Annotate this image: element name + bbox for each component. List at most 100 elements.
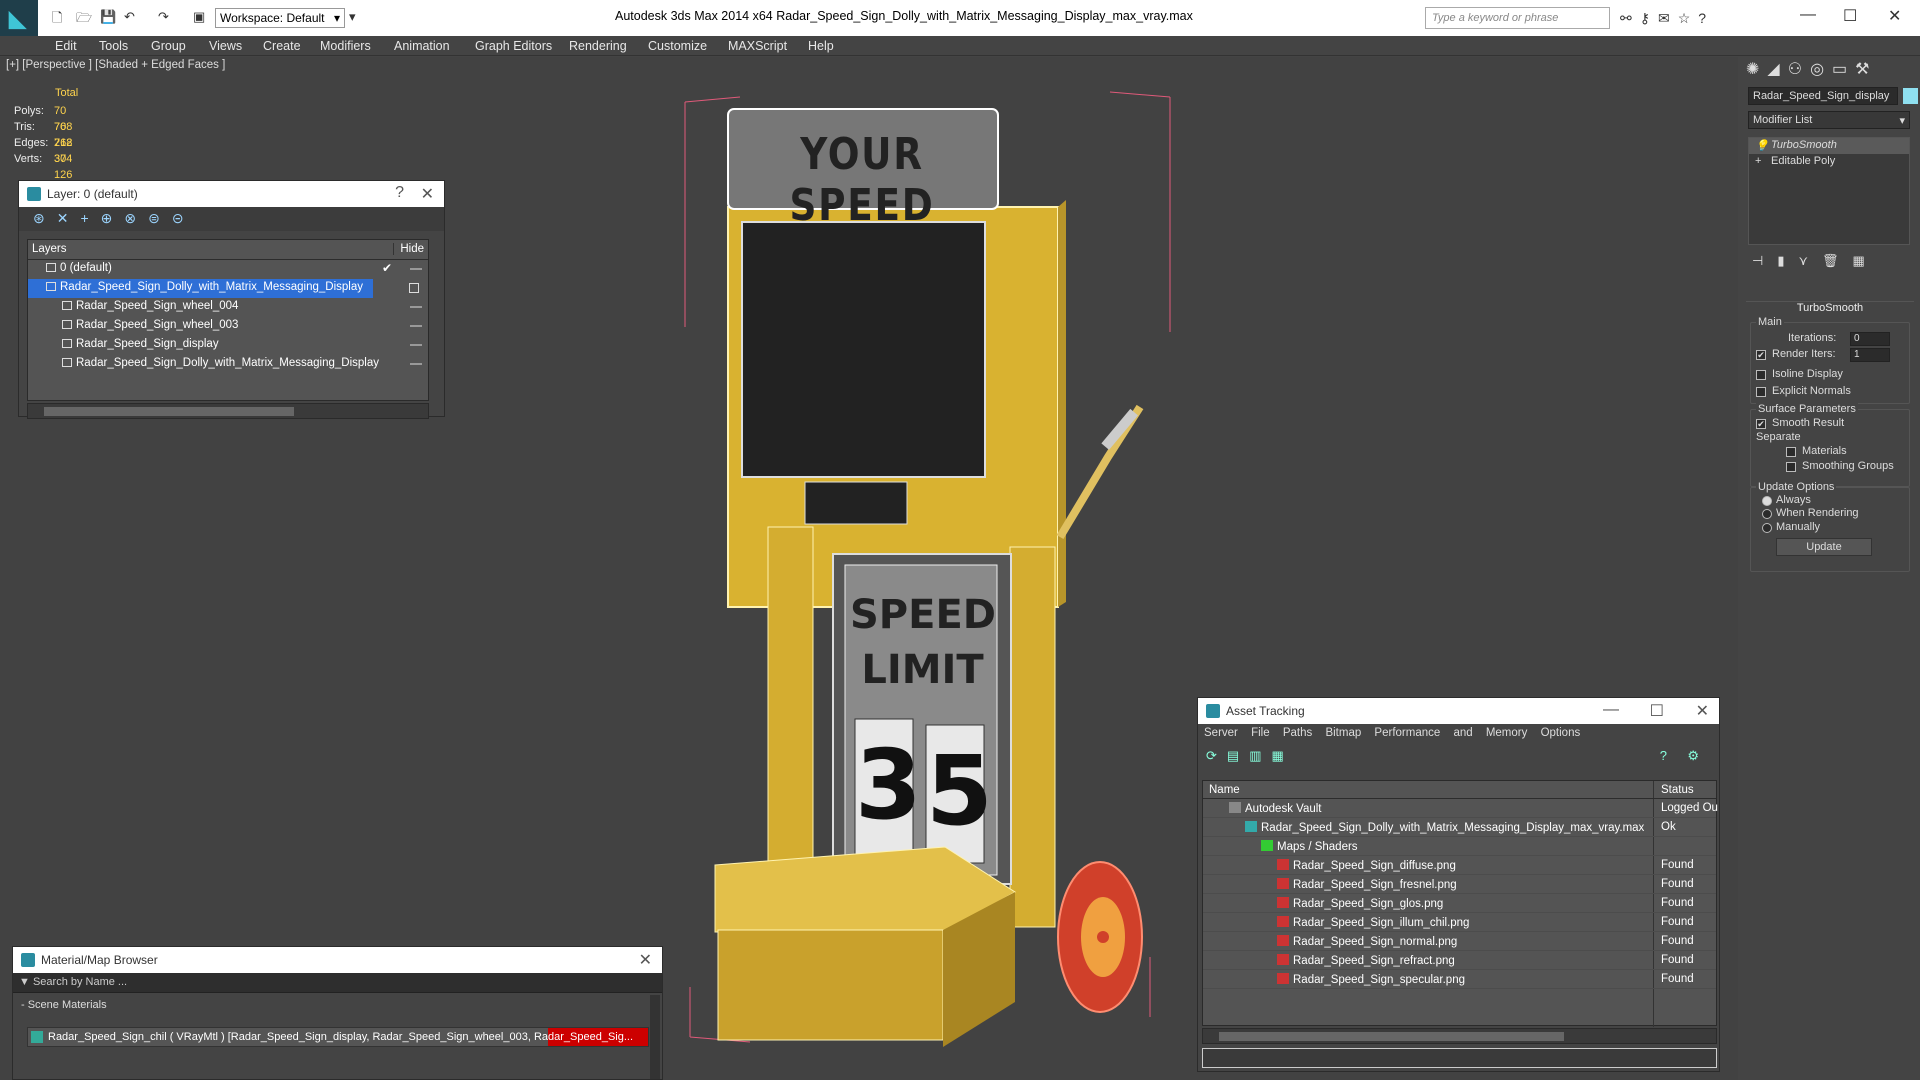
material-row[interactable]: Radar_Speed_Sign_chil ( VRayMtl ) [Radar… <box>27 1027 649 1047</box>
refresh-icon[interactable]: ⟳ <box>1206 748 1227 763</box>
redo-icon[interactable]: ↷ <box>158 9 169 25</box>
material-browser-titlebar[interactable]: Material/Map Browser ✕ <box>13 947 662 973</box>
hide-column-header[interactable]: Hide <box>393 243 424 255</box>
stack-item-turbosmooth[interactable]: 💡 TurboSmooth <box>1749 138 1909 154</box>
make-unique-icon[interactable]: ⋎ <box>1798 253 1822 268</box>
lightbulb-icon[interactable]: 💡 <box>1755 139 1769 152</box>
modify-tab-icon[interactable]: ◢ <box>1767 61 1787 78</box>
table-row[interactable]: Autodesk Vault Logged Ou <box>1203 799 1718 818</box>
menu-customize[interactable]: Customize <box>648 39 707 53</box>
table-row[interactable]: Radar_Speed_Sign_diffuse.png Found <box>1203 856 1716 875</box>
asset-tracking-titlebar[interactable]: Asset Tracking — ☐ ✕ <box>1198 698 1719 724</box>
isoline-checkbox[interactable] <box>1756 370 1766 380</box>
smoothing-groups-checkbox[interactable] <box>1786 462 1796 472</box>
menu-animation[interactable]: Animation <box>394 39 450 53</box>
hide-all-icon[interactable]: ⊜ <box>148 210 172 226</box>
current-layer-toggle[interactable] <box>409 283 419 293</box>
object-row[interactable]: Radar_Speed_Sign_display <box>28 336 428 355</box>
workspace-dropdown-icon[interactable]: ▾ <box>349 9 356 25</box>
object-row[interactable]: Radar_Speed_Sign_Dolly_with_Matrix_Messa… <box>28 355 428 374</box>
asset-horizontal-scrollbar[interactable] <box>1202 1028 1717 1044</box>
layers-column-header[interactable]: Layers <box>32 243 67 255</box>
menu-bitmap-performance[interactable]: Bitmap Performance and Memory <box>1325 727 1527 739</box>
menu-views[interactable]: Views <box>209 39 242 53</box>
menu-tools[interactable]: Tools <box>99 39 128 53</box>
asset-path-field[interactable] <box>1202 1048 1717 1068</box>
create-tab-icon[interactable]: ✺ <box>1746 61 1767 78</box>
stack-item-editable-poly[interactable]: + Editable Poly <box>1749 154 1909 170</box>
table-row[interactable]: Radar_Speed_Sign_specular.png Found <box>1203 970 1716 989</box>
menu-server[interactable]: Server <box>1204 727 1238 739</box>
new-layer-icon[interactable]: ⊛ <box>33 210 57 226</box>
render-iters-spinner[interactable]: 1 <box>1850 348 1890 362</box>
scroll-thumb[interactable] <box>1219 1032 1564 1041</box>
iterations-spinner[interactable]: 0 <box>1850 332 1890 346</box>
object-row[interactable]: Radar_Speed_Sign_wheel_003 <box>28 317 428 336</box>
layer-row-selected[interactable]: Radar_Speed_Sign_Dolly_with_Matrix_Messa… <box>28 279 419 298</box>
maximize-button[interactable]: ☐ <box>1650 701 1664 721</box>
update-button[interactable]: Update <box>1776 538 1872 556</box>
tree-view-icon[interactable]: ▥ <box>1249 748 1271 763</box>
configure-sets-icon[interactable]: ▦ <box>1853 253 1879 268</box>
communication-icon[interactable]: ✉ <box>1658 10 1678 26</box>
binoculars-icon[interactable]: ⚯ <box>1620 10 1640 26</box>
help-icon[interactable]: ? <box>395 184 404 202</box>
table-row[interactable]: Radar_Speed_Sign_illum_chil.png Found <box>1203 913 1716 932</box>
freeze-all-icon[interactable]: ⊝ <box>172 210 196 226</box>
hierarchy-tab-icon[interactable]: ⚇ <box>1788 61 1810 78</box>
close-button[interactable]: ✕ <box>1696 701 1709 721</box>
close-icon[interactable]: ✕ <box>639 950 652 970</box>
object-row[interactable]: Radar_Speed_Sign_wheel_004 <box>28 298 428 317</box>
remove-modifier-icon[interactable]: 🗑 <box>1822 253 1853 268</box>
select-layer-icon[interactable]: ⊕ <box>101 210 125 226</box>
when-rendering-radio[interactable] <box>1762 509 1772 519</box>
show-end-result-icon[interactable]: ▮ <box>1777 253 1798 268</box>
filter-icon[interactable]: ▼ <box>19 976 33 988</box>
new-file-icon[interactable]: 🗋 <box>52 9 62 31</box>
always-radio[interactable] <box>1762 496 1772 506</box>
open-file-icon[interactable]: 🗁 <box>76 9 92 31</box>
hide-toggle[interactable] <box>410 306 422 308</box>
smooth-result-checkbox[interactable]: ✔ <box>1756 419 1766 429</box>
materials-checkbox[interactable] <box>1786 447 1796 457</box>
project-folder-icon[interactable]: ▣ <box>193 9 205 25</box>
help-icon[interactable]: ? <box>1660 748 1677 763</box>
table-row[interactable]: Radar_Speed_Sign_Dolly_with_Matrix_Messa… <box>1203 818 1716 837</box>
hide-toggle[interactable] <box>410 363 422 365</box>
expand-icon[interactable]: + <box>1755 155 1761 167</box>
turbosmooth-rollout-title[interactable]: TurboSmooth <box>1746 301 1914 317</box>
table-row[interactable]: Radar_Speed_Sign_glos.png Found <box>1203 894 1716 913</box>
layers-horizontal-scrollbar[interactable] <box>27 403 429 419</box>
menu-group[interactable]: Group <box>151 39 186 53</box>
search-input[interactable]: Type a keyword or phrase <box>1425 7 1610 29</box>
menu-modifiers[interactable]: Modifiers <box>320 39 371 53</box>
info-center-toolbar[interactable]: ⚯⚷✉☆? <box>1620 10 1714 27</box>
hide-toggle[interactable] <box>410 325 422 327</box>
app-logo[interactable]: ◣ <box>0 0 38 36</box>
delete-layer-icon[interactable]: ✕ <box>57 210 81 226</box>
minimize-button[interactable]: — <box>1800 6 1816 24</box>
table-row[interactable]: Radar_Speed_Sign_fresnel.png Found <box>1203 875 1716 894</box>
manually-radio[interactable] <box>1762 523 1772 533</box>
object-name-field[interactable]: Radar_Speed_Sign_display <box>1748 87 1898 105</box>
close-button[interactable]: ✕ <box>1888 6 1901 26</box>
key-icon[interactable]: ⚷ <box>1640 10 1658 26</box>
menu-rendering[interactable]: Rendering <box>569 39 627 53</box>
list-view-icon[interactable]: ▤ <box>1227 748 1249 763</box>
menu-maxscript[interactable]: MAXScript <box>728 39 787 53</box>
close-icon[interactable]: ✕ <box>421 184 434 204</box>
help-icon[interactable]: ? <box>1698 10 1714 26</box>
name-column-header[interactable]: Name <box>1209 784 1240 796</box>
menu-graph-editors[interactable]: Graph Editors <box>475 39 552 53</box>
maximize-button[interactable]: ☐ <box>1843 6 1857 26</box>
add-to-layer-icon[interactable]: + <box>80 210 100 226</box>
motion-tab-icon[interactable]: ◎ <box>1810 61 1832 78</box>
hide-toggle[interactable] <box>410 344 422 346</box>
current-layer-check-icon[interactable]: ✔ <box>382 261 392 275</box>
table-row[interactable]: Maps / Shaders <box>1203 837 1716 856</box>
menu-edit[interactable]: Edit <box>55 39 77 53</box>
table-row[interactable]: Radar_Speed_Sign_normal.png Found <box>1203 932 1716 951</box>
menu-help[interactable]: Help <box>808 39 834 53</box>
menu-file[interactable]: File <box>1251 727 1270 739</box>
layer-row[interactable]: 0 (default) ✔ <box>28 260 428 279</box>
